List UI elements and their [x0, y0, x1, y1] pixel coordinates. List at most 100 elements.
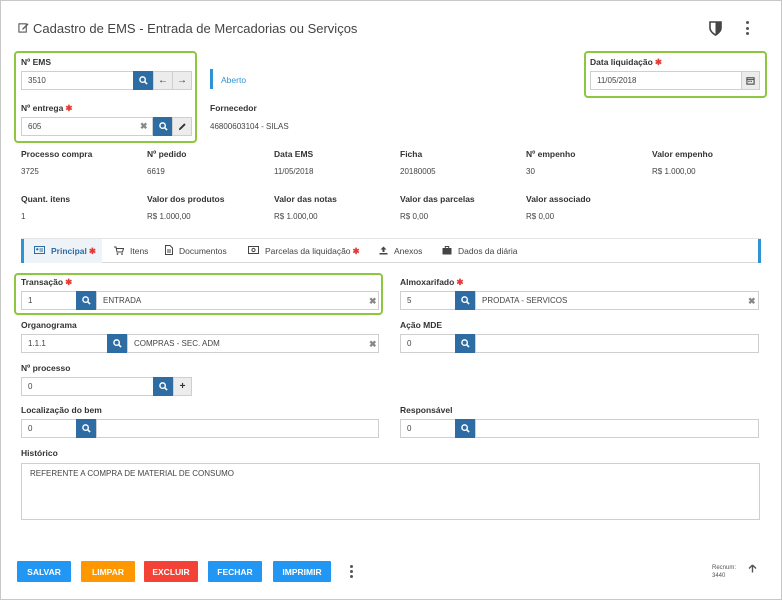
required-mark: ✱	[88, 245, 97, 256]
upload-icon	[379, 246, 388, 257]
fornecedor-label: Fornecedor	[210, 103, 257, 113]
recnum-info: Recnum: 3440	[712, 564, 736, 580]
quant-itens-label: Quant. itens	[21, 194, 71, 204]
data-ems-label: Data EMS	[274, 149, 314, 159]
acao-mde-label: Ação MDE	[400, 320, 443, 330]
processo-input[interactable]: 0	[21, 377, 154, 396]
transacao-description-input[interactable]: ENTRADA	[96, 291, 379, 310]
organograma-code-input[interactable]: 1.1.1	[21, 334, 108, 353]
quant-itens-value: 1	[21, 212, 26, 221]
tab-anexos[interactable]: Anexos	[379, 239, 422, 263]
required-mark: ✱	[456, 277, 464, 287]
search-icon	[158, 122, 168, 131]
localizacao-search-button[interactable]	[76, 419, 96, 438]
required-mark: ✱	[65, 103, 73, 113]
status-text: Aberto	[221, 75, 247, 85]
money-icon	[248, 246, 259, 256]
calendar-button[interactable]	[741, 71, 760, 90]
close-button[interactable]: FECHAR	[208, 561, 262, 582]
entrega-edit-button[interactable]	[172, 117, 192, 136]
tab-principal[interactable]: Principal ✱	[34, 239, 96, 263]
pedido-label: Nº pedido	[147, 149, 187, 159]
tab-parcelas[interactable]: Parcelas da liquidação ✱	[248, 239, 360, 263]
ems-input[interactable]: 3510	[21, 71, 134, 90]
search-icon	[138, 76, 148, 85]
edit-icon	[18, 22, 29, 36]
processo-compra-label: Processo compra	[21, 149, 93, 159]
acao-mde-search-button[interactable]	[455, 334, 475, 353]
search-icon	[81, 424, 91, 433]
search-icon	[81, 296, 91, 305]
processo-add-button[interactable]: +	[173, 377, 192, 396]
valor-notas-value: R$ 1.000,00	[274, 212, 318, 221]
localizacao-description-input[interactable]	[96, 419, 379, 438]
almoxarifado-label: Almoxarifado ✱	[400, 277, 463, 288]
responsavel-label: Responsável	[400, 405, 453, 415]
tab-documentos[interactable]: Documentos	[165, 239, 227, 263]
more-vertical-icon[interactable]	[349, 565, 354, 578]
tab-anexos-label: Anexos	[394, 246, 423, 256]
valor-produtos-label: Valor dos produtos	[147, 194, 225, 204]
clear-icon[interactable]: ✖	[748, 296, 756, 307]
processo-search-button[interactable]	[153, 377, 173, 396]
tab-itens[interactable]: Itens	[114, 239, 148, 263]
valor-empenho-label: Valor empenho	[652, 149, 713, 159]
clear-icon[interactable]: ✖	[369, 296, 377, 307]
responsavel-code-input[interactable]: 0	[400, 419, 456, 438]
tab-principal-label: Principal	[51, 246, 87, 256]
responsavel-description-input[interactable]	[475, 419, 759, 438]
organograma-description-input[interactable]: COMPRAS - SEC. ADM	[127, 334, 379, 353]
ems-previous-button[interactable]: ←	[153, 71, 173, 90]
clear-icon[interactable]: ✖	[369, 339, 377, 350]
data-liquidacao-label-text: Data liquidação	[590, 57, 653, 67]
acao-mde-description-input[interactable]	[475, 334, 759, 353]
organograma-label: Organograma	[21, 320, 77, 330]
more-vertical-icon[interactable]	[745, 21, 750, 35]
recnum-value: 3440	[712, 573, 726, 579]
data-liquidacao-input[interactable]: 11/05/2018	[590, 71, 742, 90]
page-title: Cadastro de EMS - Entrada de Mercadorias…	[18, 21, 357, 36]
valor-associado-label: Valor associado	[526, 194, 591, 204]
acao-mde-code-input[interactable]: 0	[400, 334, 456, 353]
valor-parcelas-value: R$ 0,00	[400, 212, 429, 221]
entrega-input[interactable]: 605	[21, 117, 153, 136]
delete-button[interactable]: EXCLUIR	[144, 561, 198, 582]
ems-next-button[interactable]: →	[172, 71, 192, 90]
ficha-label: Ficha	[400, 149, 423, 159]
scroll-to-top-icon[interactable]	[748, 564, 757, 576]
localizacao-code-input[interactable]: 0	[21, 419, 77, 438]
clear-button[interactable]: LIMPAR	[81, 561, 135, 582]
print-button[interactable]: IMPRIMIR	[273, 561, 331, 582]
transacao-label-text: Transação	[21, 277, 64, 287]
entrega-search-button[interactable]	[153, 117, 173, 136]
entrega-label: Nº entrega ✱	[21, 103, 72, 114]
organograma-search-button[interactable]	[107, 334, 127, 353]
tab-bar: Principal ✱ Itens Documentos Parcelas da …	[21, 238, 761, 263]
almoxarifado-search-button[interactable]	[455, 291, 475, 310]
document-icon	[165, 245, 173, 257]
search-icon	[460, 296, 470, 305]
search-icon	[460, 424, 470, 433]
responsavel-search-button[interactable]	[455, 419, 475, 438]
tab-dados-diaria[interactable]: Dados da diária	[442, 239, 518, 263]
fornecedor-value: 46800603104 - SILAS	[210, 122, 289, 131]
tab-dados-diaria-label: Dados da diária	[458, 246, 518, 256]
clear-icon[interactable]: ✖	[140, 121, 148, 132]
valor-produtos-value: R$ 1.000,00	[147, 212, 191, 221]
required-mark: ✱	[352, 245, 360, 256]
valor-parcelas-label: Valor das parcelas	[400, 194, 475, 204]
shield-icon[interactable]	[709, 21, 722, 41]
ems-search-button[interactable]	[133, 71, 153, 90]
recnum-label: Recnum:	[712, 565, 737, 571]
status-indicator	[210, 69, 213, 89]
ficha-value: 20180005	[400, 167, 436, 176]
save-button[interactable]: SALVAR	[17, 561, 71, 582]
calendar-icon	[746, 77, 755, 85]
almoxarifado-description-input[interactable]: PRODATA - SERVICOS	[475, 291, 759, 310]
transacao-search-button[interactable]	[76, 291, 96, 310]
required-mark: ✱	[654, 57, 662, 67]
historico-textarea[interactable]	[21, 463, 760, 520]
transacao-label: Transação ✱	[21, 277, 72, 288]
transacao-code-input[interactable]: 1	[21, 291, 77, 310]
almoxarifado-code-input[interactable]: 5	[400, 291, 456, 310]
